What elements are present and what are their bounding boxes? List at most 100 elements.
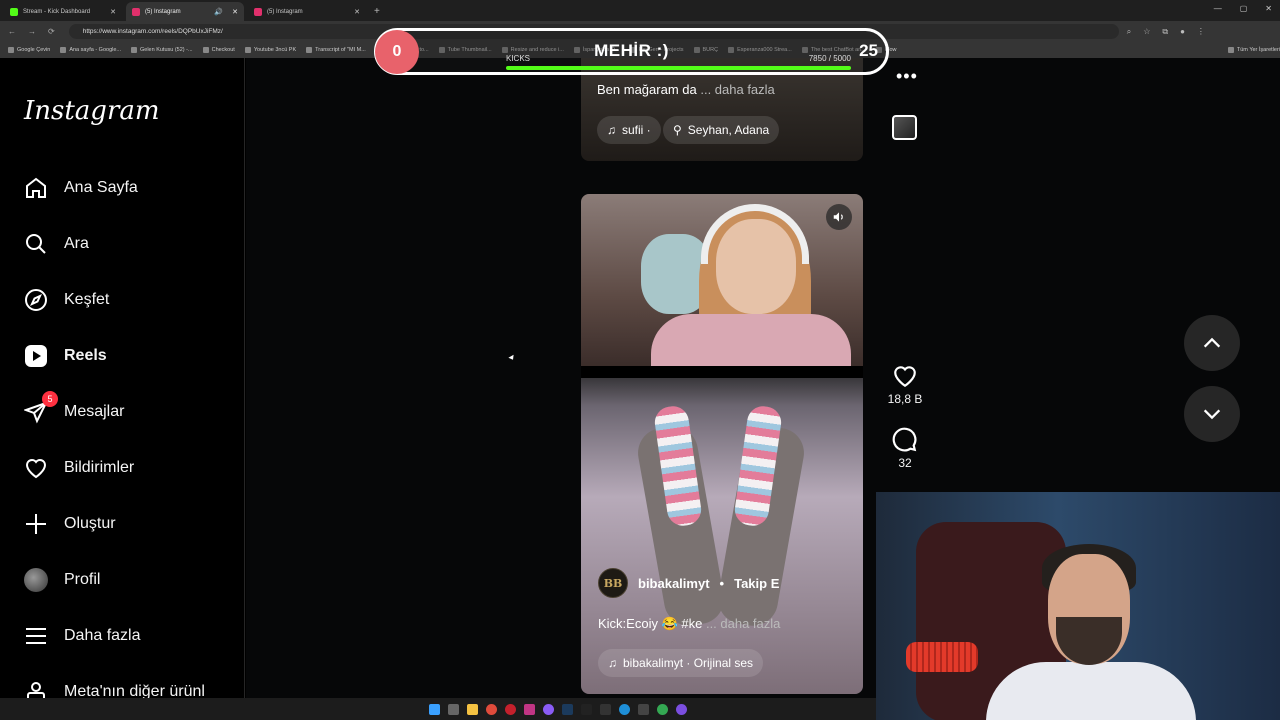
sidebar-item-label: Profil — [64, 571, 101, 588]
chrome-icon[interactable] — [486, 703, 497, 715]
audio-pill[interactable]: ♫ bibakalimyt · Orijinal ses — [598, 649, 764, 677]
back-icon[interactable]: ← — [8, 27, 16, 36]
edge-icon[interactable] — [619, 703, 630, 715]
more-link[interactable]: ... daha fazla — [697, 82, 774, 97]
bookmark-icon — [1227, 47, 1234, 53]
more-link[interactable]: ... daha fazla — [702, 616, 780, 631]
speaker-icon[interactable]: 🔊 — [214, 8, 223, 16]
bookmark-item[interactable]: Tüm Yer İşaretleri — [1227, 47, 1280, 53]
windows-start-icon[interactable] — [429, 703, 440, 715]
close-tab-icon[interactable]: ✕ — [110, 8, 116, 16]
close-tab-icon[interactable]: ✕ — [354, 8, 360, 16]
like-count: 18,8 B — [887, 392, 923, 406]
extensions-icon[interactable]: ⧉ — [1162, 27, 1168, 37]
task-view-icon[interactable] — [448, 703, 459, 715]
zoom-icon[interactable]: ⌕ — [1127, 27, 1131, 37]
messenger-icon[interactable] — [543, 703, 554, 715]
tab-instagram-active[interactable]: (5) Instagram 🔊 ✕ — [126, 2, 244, 21]
audio-thumbnail[interactable] — [892, 115, 917, 140]
photoshop-icon[interactable] — [562, 703, 573, 715]
bookmark-item[interactable]: Gelen Kutusu (52) -... — [131, 47, 193, 53]
sidebar-item-create[interactable]: Oluştur — [24, 512, 116, 536]
instagram-logo[interactable]: Instagram — [24, 96, 160, 126]
instagram-favicon-icon — [132, 7, 140, 16]
sidebar-item-label: Reels — [64, 347, 107, 364]
audio-pill[interactable]: ♫ sufii · — [597, 116, 661, 144]
music-note-icon: ♫ — [608, 656, 617, 670]
sidebar-item-more[interactable]: Daha fazla — [24, 624, 141, 648]
profile-icon[interactable]: ● — [1180, 27, 1185, 37]
sidebar-item-label: Oluştur — [64, 515, 116, 532]
next-reel-button[interactable] — [1184, 386, 1240, 442]
home-icon — [24, 176, 48, 200]
avatar — [24, 568, 48, 592]
comment-action[interactable]: 32 — [880, 427, 930, 470]
opera-icon[interactable] — [505, 703, 516, 715]
tab-title: (5) Instagram — [145, 8, 181, 15]
chevron-down-icon — [1203, 409, 1221, 420]
audio-name: sufii · — [622, 123, 651, 137]
bookmark-item[interactable]: Ana sayfa - Google... — [60, 47, 121, 53]
tab-instagram[interactable]: (5) Instagram ✕ — [248, 2, 366, 21]
sidebar-item-home[interactable]: Ana Sayfa — [24, 176, 138, 200]
sidebar-item-search[interactable]: Ara — [24, 232, 89, 256]
kebab-menu-icon[interactable]: ⋮ — [1197, 27, 1205, 37]
comment-count: 32 — [898, 456, 912, 470]
bookmark-icon — [306, 47, 313, 53]
bookmark-item[interactable]: Checkout — [202, 47, 235, 53]
sidebar-item-profile[interactable]: Profil — [24, 568, 100, 592]
kicks-label: KICKS — [506, 54, 531, 63]
nav-buttons: ← → ⟳ — [0, 27, 55, 36]
bookmark-label: Ana sayfa - Google... — [69, 47, 121, 53]
comment-icon[interactable] — [892, 427, 918, 456]
bookmark-item[interactable]: Transcript of "MI M... — [306, 47, 366, 53]
tab-kick-dashboard[interactable]: Stream - Kick Dashboard ✕ — [4, 2, 122, 21]
bookmark-item[interactable]: Youtube 3ncü PK — [244, 47, 297, 53]
volume-icon[interactable] — [826, 204, 852, 230]
file-explorer-icon[interactable] — [467, 703, 478, 715]
capcut-icon[interactable] — [600, 703, 611, 715]
forward-icon[interactable]: → — [28, 27, 36, 36]
previous-reel-button[interactable] — [1184, 315, 1240, 371]
plus-icon — [24, 512, 48, 536]
bookmark-item[interactable]: Google Çevin — [8, 47, 50, 53]
reels-icon — [24, 344, 48, 368]
explore-icon — [24, 288, 48, 312]
minimize-icon[interactable]: — — [1214, 4, 1222, 13]
location-name: Seyhan, Adana — [687, 123, 770, 137]
more-options-icon[interactable]: ••• — [896, 66, 918, 87]
close-window-icon[interactable]: ✕ — [1265, 4, 1272, 13]
kicks-progress-fill — [506, 66, 851, 70]
like-heart-icon[interactable] — [892, 363, 918, 392]
new-tab-icon[interactable]: + — [374, 2, 380, 21]
star-icon[interactable]: ☆ — [1143, 27, 1150, 37]
menu-icon — [24, 624, 48, 648]
browser-tab-bar: Stream - Kick Dashboard ✕ (5) Instagram … — [0, 0, 1280, 21]
author-avatar[interactable]: BB — [598, 568, 628, 598]
author-username[interactable]: bibakalimyt — [638, 576, 710, 591]
audio-app-icon[interactable] — [638, 703, 649, 715]
heart-icon — [24, 456, 48, 480]
sidebar-item-meta[interactable]: Meta'nın diğer ürünl — [24, 680, 205, 698]
maximize-icon[interactable]: ▢ — [1240, 4, 1248, 13]
sidebar-item-reels[interactable]: Reels — [24, 344, 107, 368]
reload-icon[interactable]: ⟳ — [48, 27, 55, 36]
kicks-progress-bar — [506, 66, 851, 70]
video-frame-top — [581, 194, 863, 374]
bookmark-label: Transcript of "MI M... — [315, 47, 366, 53]
close-tab-icon[interactable]: ✕ — [232, 8, 238, 16]
sidebar-item-explore[interactable]: Keşfet — [24, 288, 109, 312]
tiktok-icon[interactable] — [581, 703, 592, 715]
like-action[interactable]: 18,8 B — [880, 363, 930, 406]
kick-favicon-icon — [10, 7, 18, 16]
location-pill[interactable]: ⚲ Seyhan, Adana — [663, 116, 780, 144]
chrome-alt-icon[interactable] — [657, 703, 668, 715]
sidebar-item-notifications[interactable]: Bildirimler — [24, 456, 134, 480]
bookmark-label: Youtube 3ncü PK — [253, 47, 297, 53]
sidebar-item-label: Ana Sayfa — [64, 179, 138, 196]
follow-button[interactable]: Takip E — [734, 576, 779, 591]
obs-icon[interactable] — [676, 703, 687, 715]
sidebar-item-label: Daha fazla — [64, 627, 141, 644]
instagram-app-icon[interactable] — [524, 703, 535, 715]
sidebar-item-messages[interactable]: 5 Mesajlar — [24, 391, 124, 424]
